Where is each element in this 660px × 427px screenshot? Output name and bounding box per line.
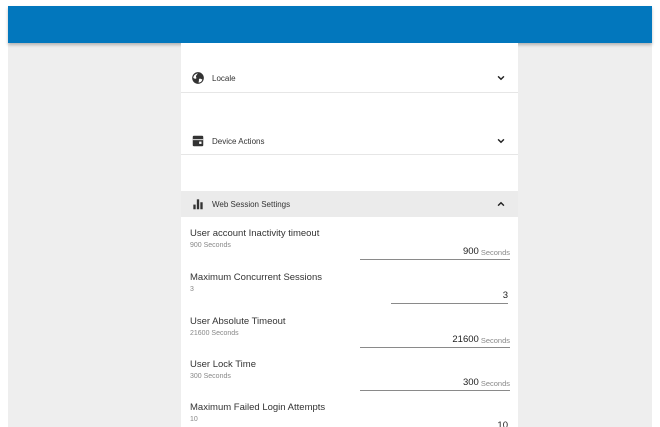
setting-title: Maximum Failed Login Attempts — [190, 402, 326, 413]
setting-subtitle: 21600 Seconds — [190, 330, 239, 337]
setting-subtitle: 3 — [190, 286, 194, 293]
setting-title: Maximum Concurrent Sessions — [190, 272, 322, 283]
section-device-actions-label: Device Actions — [212, 136, 265, 146]
field-value: 21600 — [452, 334, 479, 345]
field-value: 3 — [502, 290, 508, 301]
section-web-session-settings[interactable]: Web Session Settings — [181, 191, 518, 217]
app-header-bar — [8, 6, 652, 43]
setting-lock-time: User Lock Time 300 Seconds 300 Seconds — [181, 359, 518, 397]
globe-icon — [192, 72, 204, 84]
setting-inactivity-timeout: User account Inactivity timeout 900 Seco… — [181, 228, 518, 266]
section-web-session-label: Web Session Settings — [212, 199, 291, 209]
max-failed-login-input[interactable]: 10 — [391, 418, 508, 427]
inactivity-timeout-input[interactable]: 900 Seconds — [360, 244, 510, 260]
max-concurrent-sessions-input[interactable]: 3 — [391, 288, 508, 304]
chevron-up-icon[interactable] — [496, 199, 506, 209]
absolute-timeout-input[interactable]: 21600 Seconds — [360, 332, 510, 348]
setting-title: User Absolute Timeout — [190, 316, 286, 327]
field-unit: Seconds — [480, 379, 510, 388]
divider — [181, 154, 518, 155]
field-value: 10 — [497, 420, 508, 427]
divider — [181, 92, 518, 93]
field-value: 900 — [462, 246, 479, 257]
field-unit: Seconds — [480, 336, 510, 345]
setting-subtitle: 300 Seconds — [190, 373, 231, 380]
lock-time-input[interactable]: 300 Seconds — [360, 375, 510, 391]
setting-max-failed-login: Maximum Failed Login Attempts 10 10 — [181, 402, 518, 427]
setting-absolute-timeout: User Absolute Timeout 21600 Seconds 2160… — [181, 316, 518, 354]
settings-panel: Locale Device Actions Web Session Settin… — [181, 43, 518, 427]
setting-max-concurrent-sessions: Maximum Concurrent Sessions 3 3 — [181, 272, 518, 310]
section-locale-label: Locale — [212, 73, 236, 83]
setting-title: User account Inactivity timeout — [190, 228, 320, 239]
setting-subtitle: 10 — [190, 416, 198, 423]
section-device-actions[interactable]: Device Actions — [181, 128, 518, 154]
field-unit: Seconds — [480, 248, 510, 257]
chevron-down-icon[interactable] — [496, 73, 506, 83]
chevron-down-icon[interactable] — [496, 136, 506, 146]
setting-subtitle: 900 Seconds — [190, 242, 231, 249]
bar-chart-icon — [193, 199, 203, 210]
device-icon — [192, 135, 204, 147]
field-value: 300 — [462, 377, 479, 388]
setting-title: User Lock Time — [190, 359, 256, 370]
section-locale[interactable]: Locale — [181, 65, 518, 91]
